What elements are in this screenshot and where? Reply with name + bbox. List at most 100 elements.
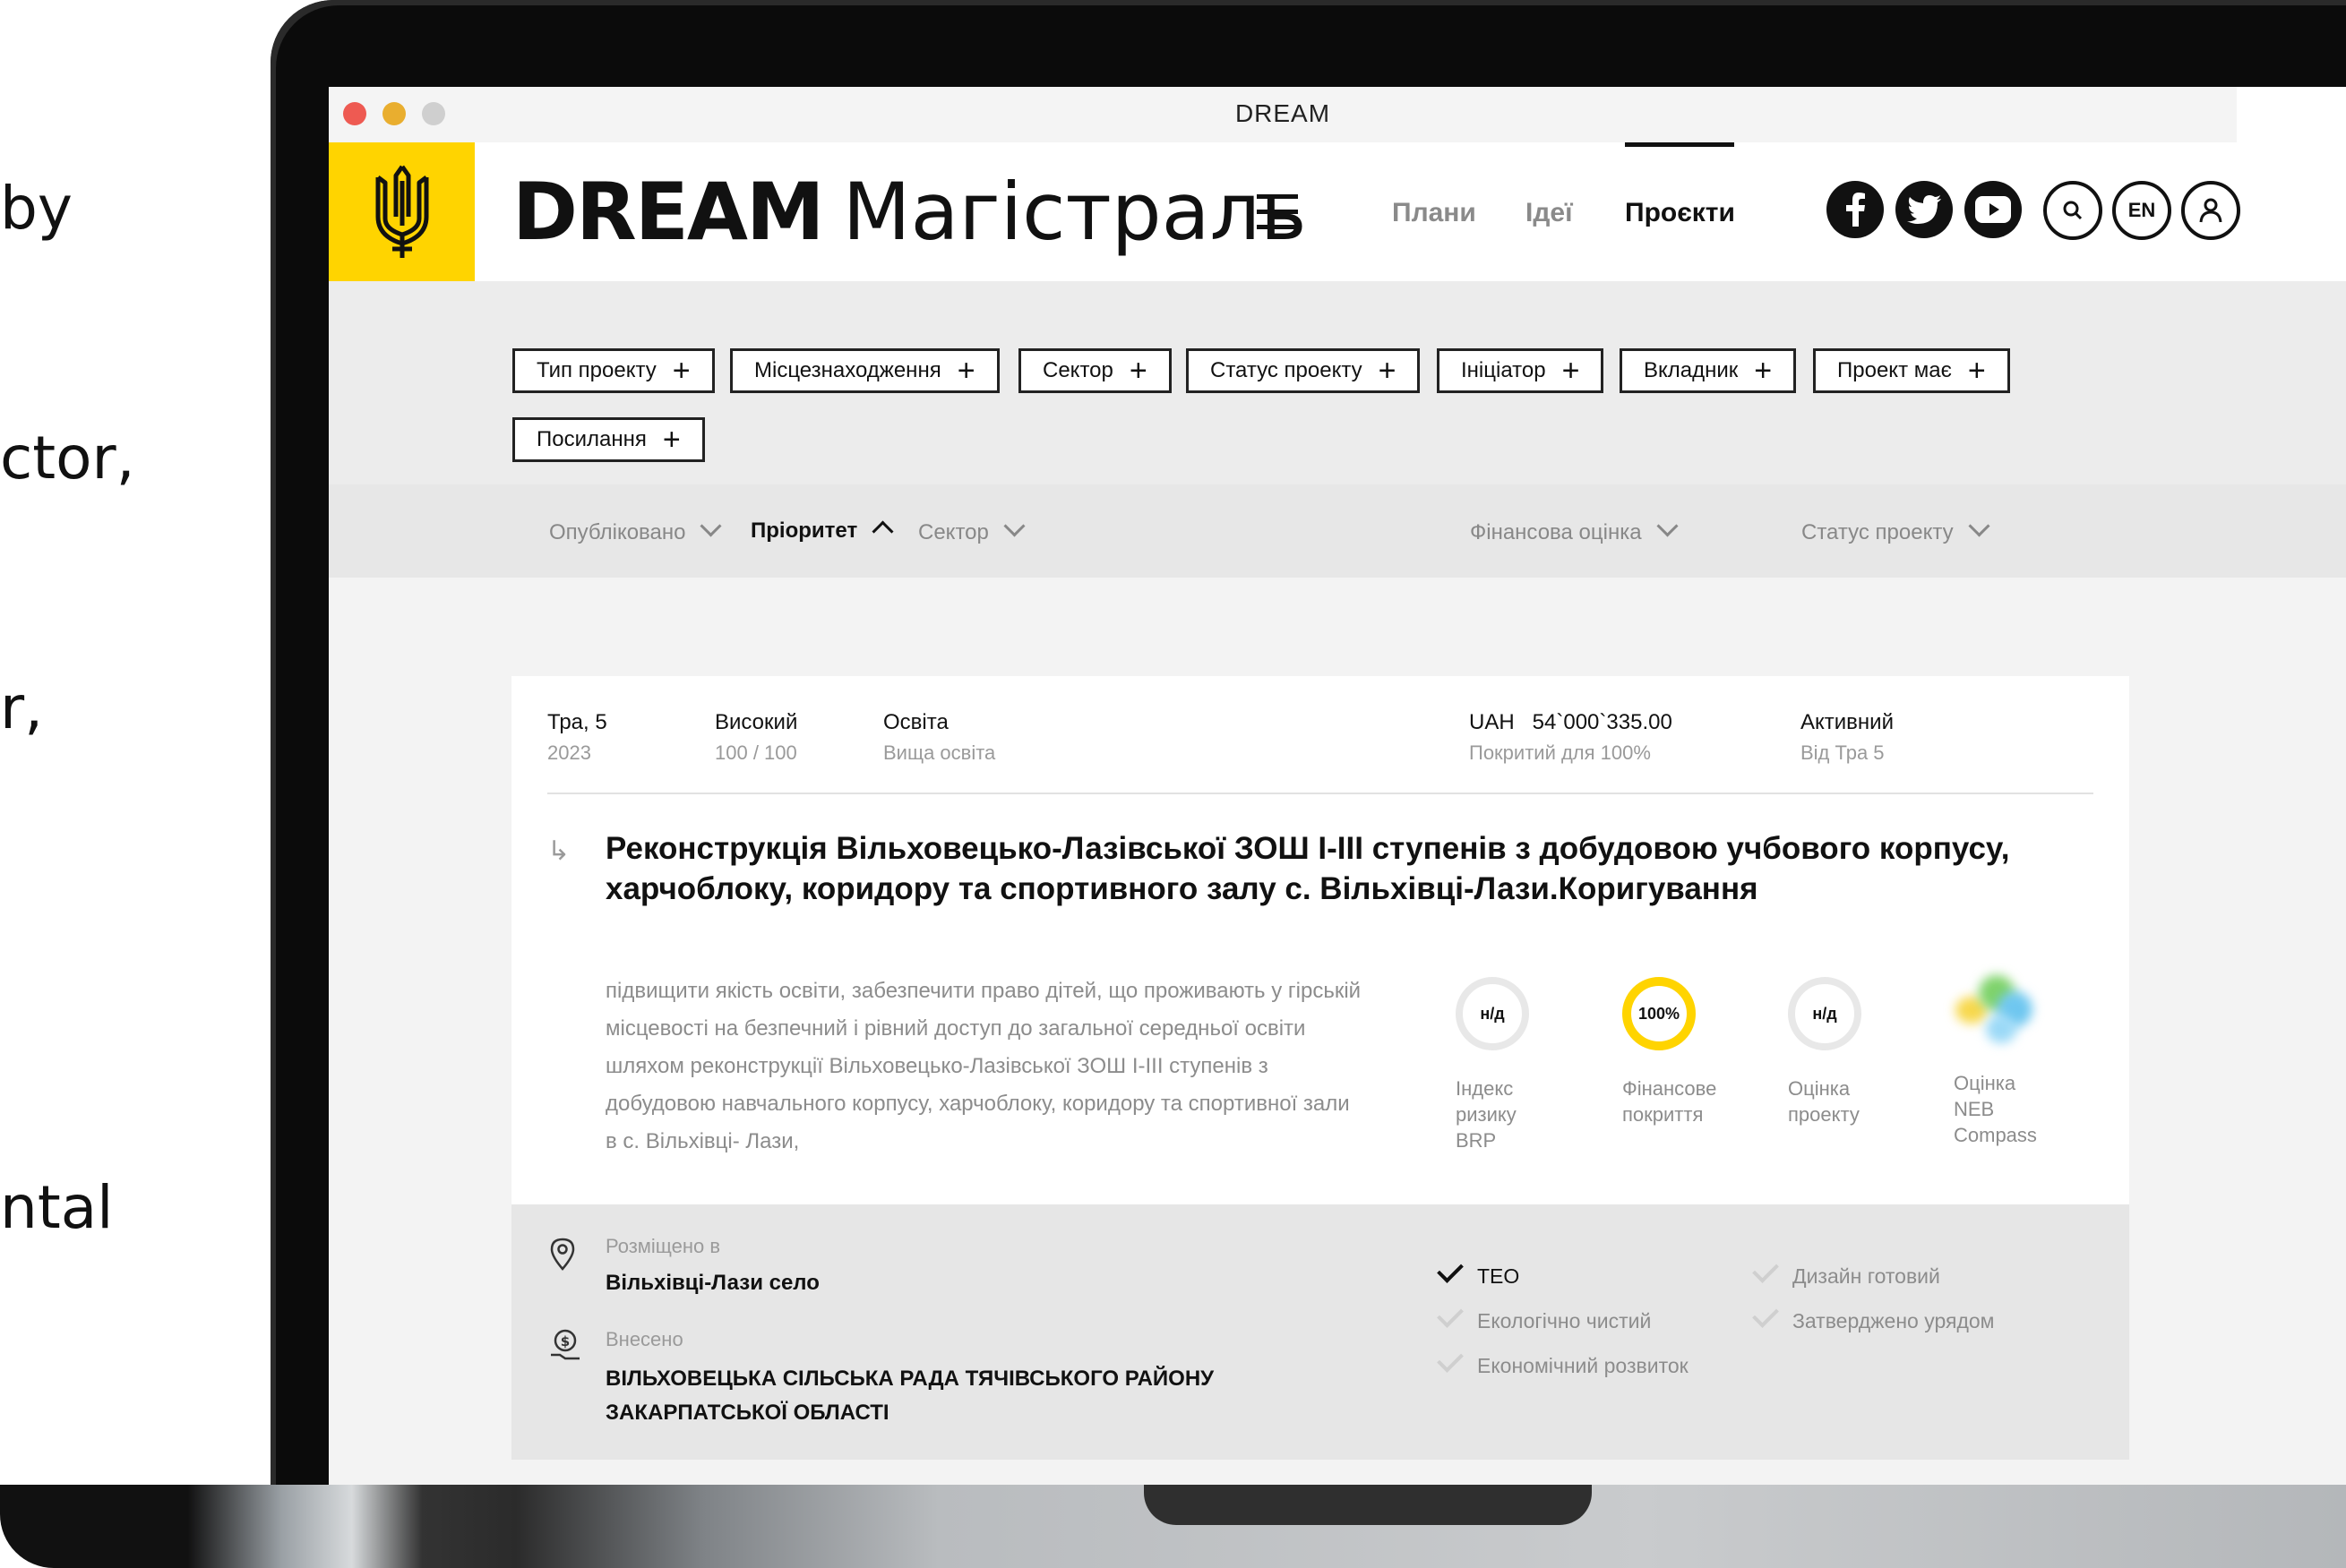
project-subsector: Вища освіта	[883, 741, 996, 764]
brand-light: Магістраль	[842, 166, 1307, 258]
chip-label: Сектор	[1043, 358, 1113, 382]
check-label: Економічний розвиток	[1477, 1354, 1689, 1377]
check-design-ready: Дизайн готовий	[1752, 1256, 1940, 1289]
project-year: 2023	[547, 741, 591, 764]
check-icon	[1437, 1256, 1464, 1283]
submitted-label: Внесено	[606, 1328, 683, 1350]
sort-label: Сектор	[918, 520, 989, 544]
plus-icon: +	[1754, 354, 1773, 388]
location-label: Розміщено в	[606, 1235, 721, 1257]
project-priority-score: 100 / 100	[715, 741, 797, 764]
nav-active-indicator	[1625, 142, 1734, 147]
check-icon	[1437, 1301, 1464, 1328]
filter-project-has[interactable]: Проект має +	[1813, 348, 2010, 393]
check-teo: ТЕО	[1437, 1256, 1520, 1289]
sort-label: Пріоритет	[751, 518, 858, 543]
plus-icon: +	[957, 354, 975, 388]
sort-label: Фінансова оцінка	[1470, 520, 1642, 544]
site-header: DREAM Магістраль Плани Ідеї Проєкти EN	[329, 142, 2346, 281]
chevron-down-icon	[700, 515, 723, 537]
svg-text:$: $	[561, 1333, 570, 1350]
project-status-since: Від Тра 5	[1800, 741, 1885, 764]
location-pin-icon	[549, 1237, 576, 1275]
project-coverage: Покритий для 100%	[1469, 741, 1651, 764]
language-switch[interactable]: EN	[2112, 181, 2171, 240]
nav-plans[interactable]: Плани	[1392, 198, 1476, 228]
metric-finance-label: Фінансове покриття	[1622, 1077, 1717, 1126]
plus-icon: +	[1967, 354, 1986, 388]
check-icon	[1752, 1256, 1779, 1283]
project-sector: Освіта	[883, 710, 949, 734]
filter-project-status[interactable]: Статус проекту +	[1186, 348, 1421, 393]
chevron-down-icon	[1656, 515, 1679, 537]
project-title[interactable]: Реконструкція Вільховецько-Лазівської ЗО…	[606, 828, 2084, 909]
metric-project-label: Оцінка проекту	[1788, 1077, 1860, 1126]
project-card[interactable]: Тра, 5 2023 Високий 100 / 100 Освіта Вищ…	[511, 676, 2129, 1204]
money-icon: $	[547, 1326, 583, 1367]
arrow-return-icon: ↳	[547, 836, 571, 866]
side-line: ctor,	[0, 424, 135, 493]
plus-icon: +	[1561, 354, 1580, 388]
sort-bar: Опубліковано Пріоритет Сектор Фінансова …	[329, 484, 2346, 578]
filter-investor[interactable]: Вкладник +	[1620, 348, 1797, 393]
filter-links[interactable]: Посилання +	[512, 417, 705, 462]
sort-label: Опубліковано	[549, 520, 686, 544]
filter-sector[interactable]: Сектор +	[1018, 348, 1172, 393]
metric-risk-ring: н/д	[1456, 977, 1529, 1050]
filter-location[interactable]: Місцезнаходження +	[730, 348, 1000, 393]
plus-icon: +	[662, 423, 681, 457]
check-icon	[1437, 1346, 1464, 1373]
plus-icon: +	[672, 354, 691, 388]
sort-priority[interactable]: Пріоритет	[751, 518, 894, 544]
nav-ideas[interactable]: Ідеї	[1525, 198, 1573, 228]
facebook-icon[interactable]	[1826, 181, 1884, 238]
chip-label: Ініціатор	[1461, 358, 1546, 382]
sort-sector[interactable]: Сектор	[918, 515, 1026, 545]
site-brand[interactable]: DREAM Магістраль	[512, 167, 1307, 257]
metric-risk-label: Індекс ризику BRP	[1456, 1077, 1517, 1152]
nav-projects[interactable]: Проєкти	[1625, 198, 1735, 228]
chevron-down-icon	[1968, 515, 1990, 537]
brand-bold: DREAM	[512, 166, 825, 258]
filter-initiator[interactable]: Ініціатор +	[1437, 348, 1604, 393]
window-title: DREAM	[1234, 99, 1331, 127]
chevron-up-icon	[872, 520, 894, 543]
sort-status[interactable]: Статус проекту	[1801, 515, 1990, 545]
check-label: Затверджено урядом	[1792, 1309, 1995, 1332]
check-label: ТЕО	[1477, 1264, 1520, 1288]
side-line: r,	[0, 673, 44, 742]
filter-panel: Тип проекту + Місцезнаходження + Сектор + С…	[329, 281, 2346, 485]
submitted-by: ВІЛЬХОВЕЦЬКА СІЛЬСЬКА РАДА ТЯЧІВСЬКОГО Р…	[606, 1367, 1215, 1425]
check-economic: Економічний розвиток	[1437, 1346, 1689, 1378]
check-eco: Екологічно чистий	[1437, 1301, 1652, 1333]
project-description: підвищити якість освіти, забезпечити пра…	[606, 979, 1362, 1153]
sort-financial[interactable]: Фінансова оцінка	[1470, 515, 1679, 545]
chip-label: Посилання	[537, 427, 647, 451]
check-label: Дизайн готовий	[1792, 1264, 1940, 1288]
browser-window: DREAM DREAM Магістраль Плани Ідеї Проєкти	[329, 87, 2346, 1485]
chevron-down-icon	[1003, 515, 1026, 537]
twitter-icon[interactable]	[1895, 181, 1953, 238]
search-icon[interactable]	[2043, 181, 2102, 240]
check-gov-approved: Затверджено урядом	[1752, 1301, 1995, 1333]
project-details-panel: Розміщено в Вільхівці-Лази село $ Внесен…	[511, 1204, 2129, 1460]
metric-neb-label: Оцінка NEB Compass	[1954, 1072, 2037, 1146]
check-icon	[1752, 1301, 1779, 1328]
chip-label: Статус проекту	[1210, 358, 1362, 382]
youtube-icon[interactable]	[1964, 181, 2022, 238]
user-icon[interactable]	[2181, 181, 2240, 240]
project-priority: Високий	[715, 710, 798, 734]
neb-compass-icon	[1952, 970, 2038, 1050]
filter-project-type[interactable]: Тип проекту +	[512, 348, 715, 393]
check-label: Екологічно чистий	[1477, 1309, 1652, 1332]
metric-finance-ring: 100%	[1622, 977, 1696, 1050]
side-line: by	[0, 174, 73, 243]
project-amount: UAH 54`000`335.00	[1469, 710, 1672, 734]
menu-icon[interactable]	[1257, 194, 1298, 230]
sort-published[interactable]: Опубліковано	[549, 515, 723, 545]
chip-label: Вкладник	[1644, 358, 1739, 382]
trident-logo[interactable]	[329, 142, 475, 281]
sort-label: Статус проекту	[1801, 520, 1954, 544]
metric-project-ring: н/д	[1788, 977, 1861, 1050]
window-titlebar: DREAM	[329, 87, 2237, 143]
